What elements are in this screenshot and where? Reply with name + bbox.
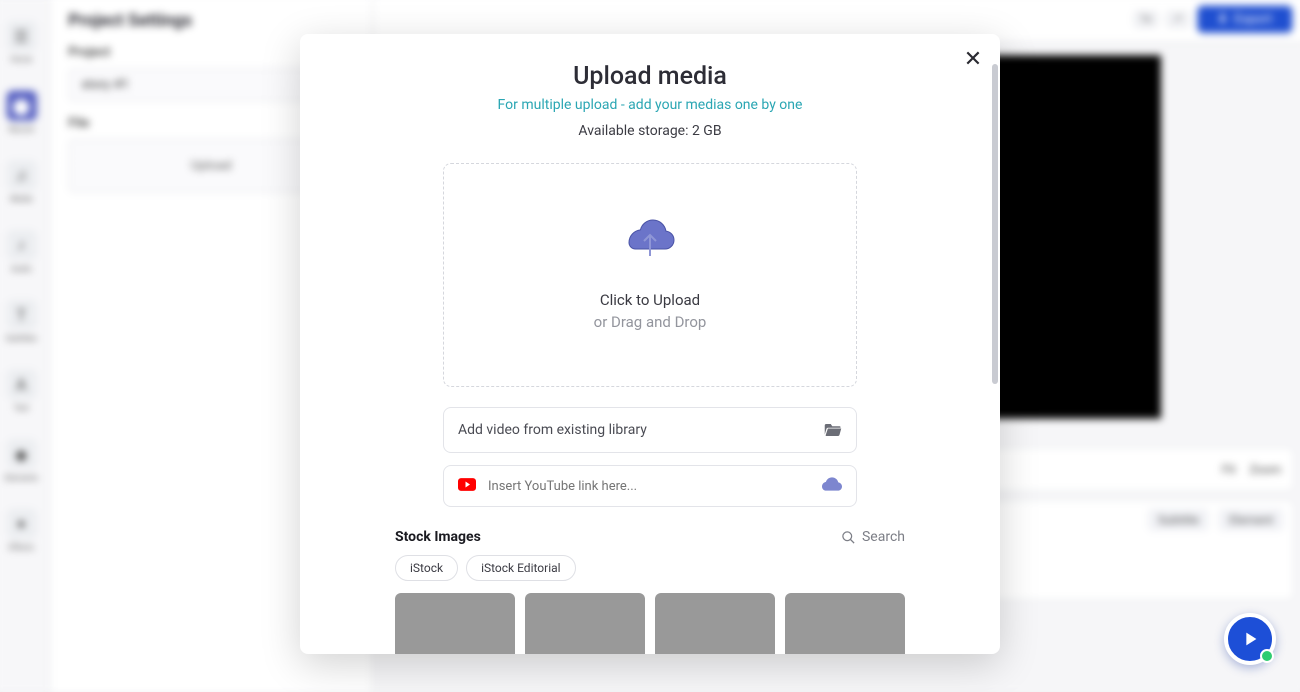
tab-istock[interactable]: iStock bbox=[395, 555, 458, 581]
stock-search-button[interactable]: Search bbox=[841, 529, 905, 545]
stock-title: Stock Images bbox=[395, 529, 481, 545]
search-icon bbox=[841, 530, 856, 545]
youtube-icon bbox=[458, 478, 476, 495]
modal-scrollbar[interactable] bbox=[992, 64, 998, 594]
stock-image-thumb[interactable] bbox=[525, 593, 645, 654]
play-icon bbox=[1239, 628, 1261, 650]
dropzone-secondary-text: or Drag and Drop bbox=[594, 313, 707, 331]
stock-image-thumb[interactable] bbox=[395, 593, 515, 654]
online-status-dot bbox=[1260, 649, 1274, 663]
dropzone-primary-text: Click to Upload bbox=[600, 291, 700, 309]
stock-image-thumb[interactable] bbox=[655, 593, 775, 654]
stock-tabs: iStock iStock Editorial bbox=[395, 555, 905, 581]
stock-image-grid bbox=[395, 593, 905, 654]
modal-body: Upload media For multiple upload - add y… bbox=[300, 34, 1000, 654]
storage-text: Available storage: bbox=[578, 123, 692, 139]
storage-value: 2 GB bbox=[692, 123, 722, 139]
stock-header: Stock Images Search bbox=[395, 529, 905, 545]
modal-scrim: ✕ Upload media For multiple upload - add… bbox=[0, 0, 1300, 689]
cloud-upload-icon bbox=[625, 219, 675, 265]
folder-open-icon bbox=[824, 421, 842, 440]
help-fab[interactable] bbox=[1224, 613, 1276, 665]
cloud-icon bbox=[822, 477, 842, 495]
scrollbar-thumb[interactable] bbox=[992, 64, 998, 384]
modal-title: Upload media bbox=[340, 62, 960, 91]
storage-label: Available storage: 2 GB bbox=[340, 123, 960, 139]
upload-dropzone[interactable]: Click to Upload or Drag and Drop bbox=[443, 163, 857, 387]
modal-subtitle: For multiple upload - add your medias on… bbox=[340, 97, 960, 113]
tab-istock-editorial[interactable]: iStock Editorial bbox=[466, 555, 576, 581]
library-label: Add video from existing library bbox=[458, 422, 647, 438]
youtube-link-input[interactable] bbox=[488, 479, 810, 494]
stock-image-thumb[interactable] bbox=[785, 593, 905, 654]
youtube-link-row[interactable] bbox=[443, 465, 857, 507]
search-label: Search bbox=[862, 529, 905, 545]
add-from-library-button[interactable]: Add video from existing library bbox=[443, 407, 857, 453]
upload-media-modal: ✕ Upload media For multiple upload - add… bbox=[300, 34, 1000, 654]
